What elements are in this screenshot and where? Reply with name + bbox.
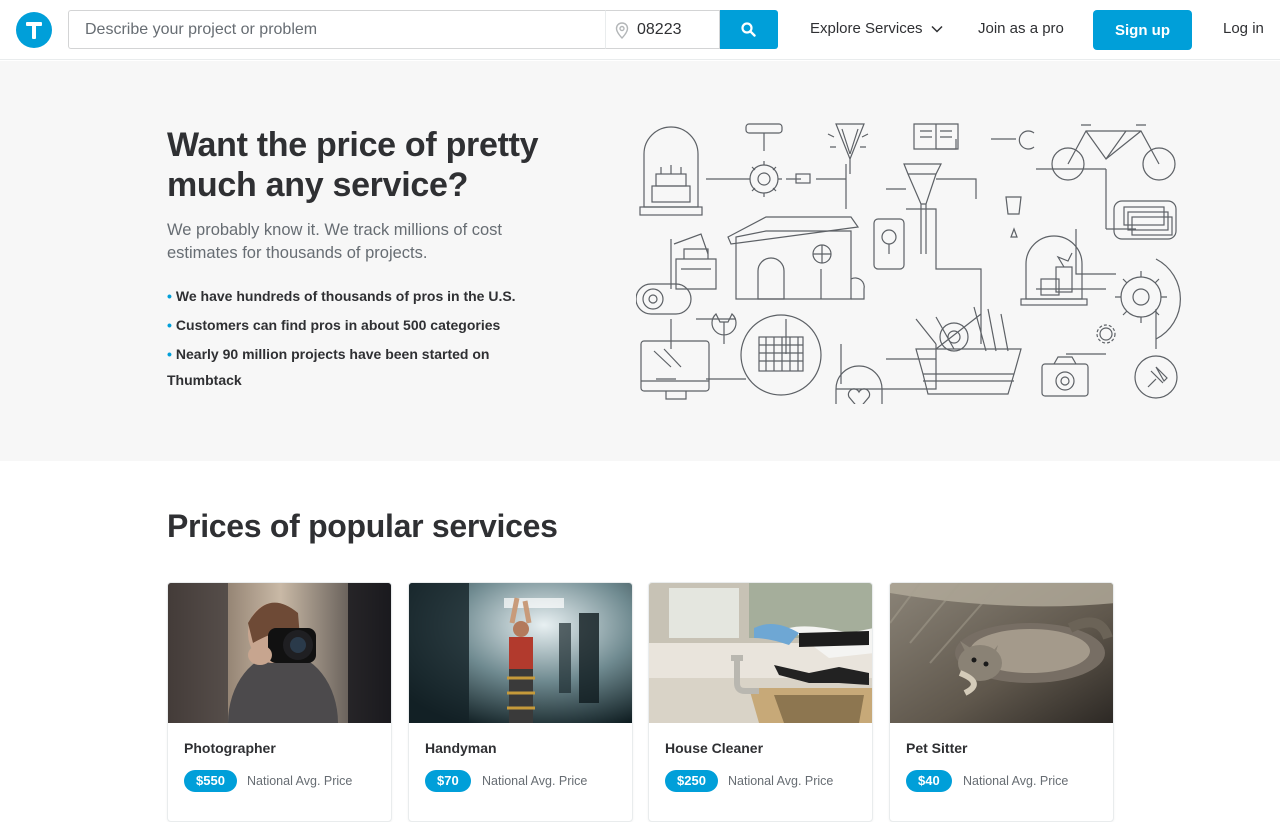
hero-subtitle: We probably know it. We track millions o… xyxy=(167,221,503,262)
price-label: National Avg. Price xyxy=(482,774,588,788)
explore-services-label: Explore Services xyxy=(810,20,923,37)
hero-bullet: • Nearly 90 million projects have been st… xyxy=(167,346,490,388)
search-input[interactable] xyxy=(85,11,585,48)
service-name: Photographer xyxy=(184,740,276,756)
hero-bullet-list: • We have hundreds of thousands of pros i… xyxy=(167,283,547,396)
price-label: National Avg. Price xyxy=(728,774,834,788)
photographer-photo xyxy=(168,583,391,723)
service-card-list: Photographer $550 National Avg. Price Ha… xyxy=(167,582,1114,822)
service-card-photographer[interactable]: Photographer $550 National Avg. Price xyxy=(167,582,392,822)
service-name: Pet Sitter xyxy=(906,740,968,756)
popular-services-heading: Prices of popular services xyxy=(167,508,558,544)
top-nav-bar: Explore Services Join as a pro Sign up L… xyxy=(0,0,1280,60)
service-card-house-cleaner[interactable]: House Cleaner $250 National Avg. Price xyxy=(648,582,873,822)
hero-bullet: • Customers can find pros in about 500 ca… xyxy=(167,317,501,333)
price-label: National Avg. Price xyxy=(963,774,1069,788)
hero-title: Want the price of pretty much any servic… xyxy=(167,126,539,204)
services-line-illustration xyxy=(636,123,1181,404)
sign-up-button[interactable]: Sign up xyxy=(1093,10,1192,50)
explore-services-dropdown[interactable]: Explore Services xyxy=(810,20,943,37)
price-badge: $250 xyxy=(665,770,718,792)
log-in-link[interactable]: Log in xyxy=(1223,20,1264,37)
zip-field-container xyxy=(605,10,720,49)
service-card-pet-sitter[interactable]: Pet Sitter $40 National Avg. Price xyxy=(889,582,1114,822)
house-cleaner-photo xyxy=(649,583,872,723)
search-field-container xyxy=(68,10,606,49)
service-card-handyman[interactable]: Handyman $70 National Avg. Price xyxy=(408,582,633,822)
search-button[interactable] xyxy=(720,10,778,49)
handyman-photo xyxy=(409,583,632,723)
price-badge: $550 xyxy=(184,770,237,792)
thumbtack-logo-icon[interactable] xyxy=(16,12,52,48)
chevron-down-icon xyxy=(931,25,943,33)
service-name: Handyman xyxy=(425,740,497,756)
price-badge: $70 xyxy=(425,770,471,792)
zip-code-input[interactable] xyxy=(637,11,715,48)
service-name: House Cleaner xyxy=(665,740,764,756)
location-pin-icon xyxy=(615,22,629,39)
pet-sitter-photo xyxy=(890,583,1113,723)
join-as-pro-link[interactable]: Join as a pro xyxy=(978,20,1064,37)
hero-section: Want the price of pretty much any servic… xyxy=(0,61,1280,461)
price-label: National Avg. Price xyxy=(247,774,353,788)
price-badge: $40 xyxy=(906,770,952,792)
hero-bullet: • We have hundreds of thousands of pros i… xyxy=(167,288,516,304)
search-icon xyxy=(741,22,756,37)
